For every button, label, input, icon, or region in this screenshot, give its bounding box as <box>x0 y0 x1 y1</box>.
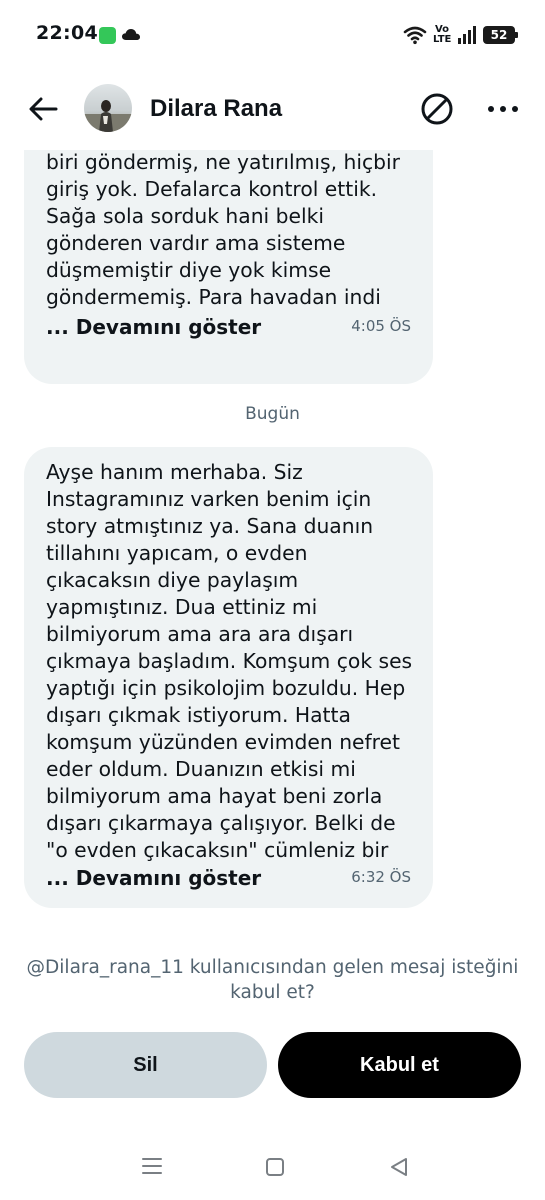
volte-bottom-label: LTE <box>433 34 452 45</box>
dm-request-screen: 22:04 Vo LTE 52 Dilara Rana biri gönderm… <box>0 0 545 1200</box>
day-divider: Bugün <box>245 404 300 424</box>
back-button[interactable] <box>26 92 60 126</box>
block-icon <box>421 93 453 125</box>
message-bubble[interactable]: hareketlerinde de para girişi yok. Ne bi… <box>24 150 433 384</box>
accept-button[interactable]: Kabul et <box>278 1032 521 1098</box>
avatar-image <box>84 84 132 132</box>
show-more-link[interactable]: ... Devamını göster <box>46 314 261 341</box>
volte-icon: Vo LTE <box>433 25 451 45</box>
message-time: 6:32 ÖS <box>351 868 411 886</box>
show-more-link[interactable]: ... Devamını göster <box>46 865 261 892</box>
battery-level: 52 <box>490 28 508 42</box>
nav-back-triangle-icon[interactable] <box>388 1156 410 1178</box>
conversation-header: Dilara Rana <box>0 70 545 150</box>
avatar[interactable] <box>84 84 132 132</box>
system-nav-bar <box>0 1140 545 1200</box>
status-time: 22:04 <box>36 22 98 44</box>
battery-icon: 52 <box>483 26 518 44</box>
wifi-icon <box>403 26 427 45</box>
contact-name[interactable]: Dilara Rana <box>150 95 282 123</box>
message-time: 4:05 ÖS <box>351 317 411 335</box>
delete-button[interactable]: Sil <box>24 1032 267 1098</box>
back-arrow-icon <box>29 97 58 121</box>
status-bar: 22:04 Vo LTE 52 <box>0 0 545 70</box>
block-button[interactable] <box>418 90 456 128</box>
app-notification-icon <box>99 27 116 44</box>
more-icon <box>488 106 518 112</box>
cloud-icon <box>122 29 140 40</box>
status-icons: Vo LTE 52 <box>403 23 518 47</box>
message-list[interactable]: hareketlerinde de para girişi yok. Ne bi… <box>0 150 545 940</box>
message-text: hareketlerinde de para girişi yok. Ne bi… <box>46 150 400 309</box>
message-request-prompt: @Dilara_rana_11 kullanıcısından gelen me… <box>26 957 519 1003</box>
recents-menu-icon[interactable] <box>141 1155 163 1177</box>
home-square-icon[interactable] <box>264 1156 286 1178</box>
signal-icon <box>458 26 476 44</box>
more-options-button[interactable] <box>484 92 522 126</box>
message-bubble[interactable]: Ayşe hanım merhaba. Siz Instagramınız va… <box>24 447 433 908</box>
message-text: Ayşe hanım merhaba. Siz Instagramınız va… <box>46 460 413 862</box>
